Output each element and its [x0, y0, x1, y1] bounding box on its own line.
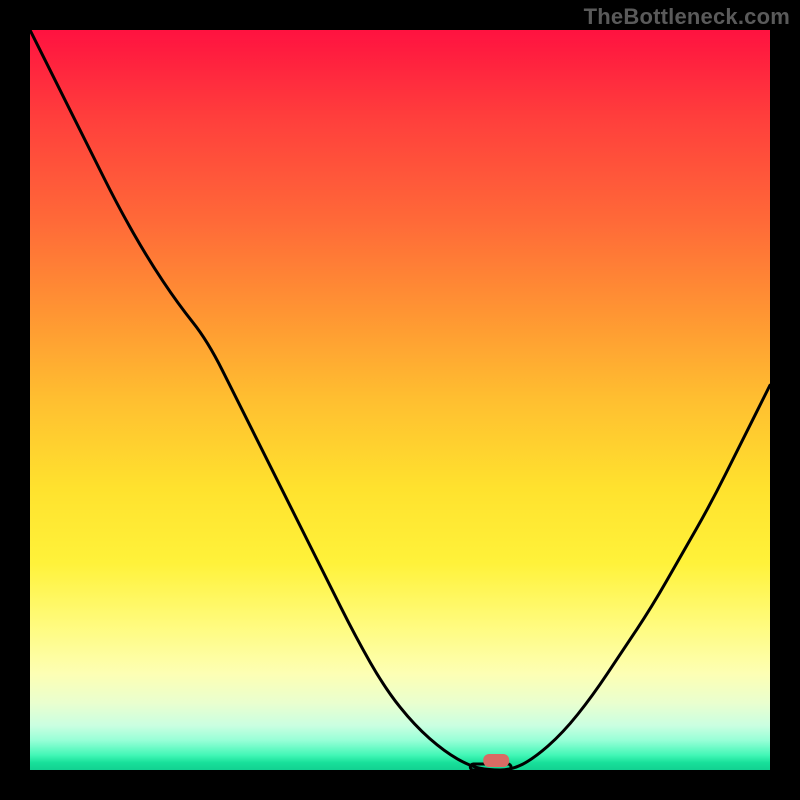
plot-area	[30, 30, 770, 770]
optimal-marker	[483, 754, 509, 767]
watermark-label: TheBottleneck.com	[584, 4, 790, 30]
chart-frame: TheBottleneck.com	[0, 0, 800, 800]
curve-layer	[30, 30, 770, 770]
bottleneck-curve	[30, 30, 770, 770]
